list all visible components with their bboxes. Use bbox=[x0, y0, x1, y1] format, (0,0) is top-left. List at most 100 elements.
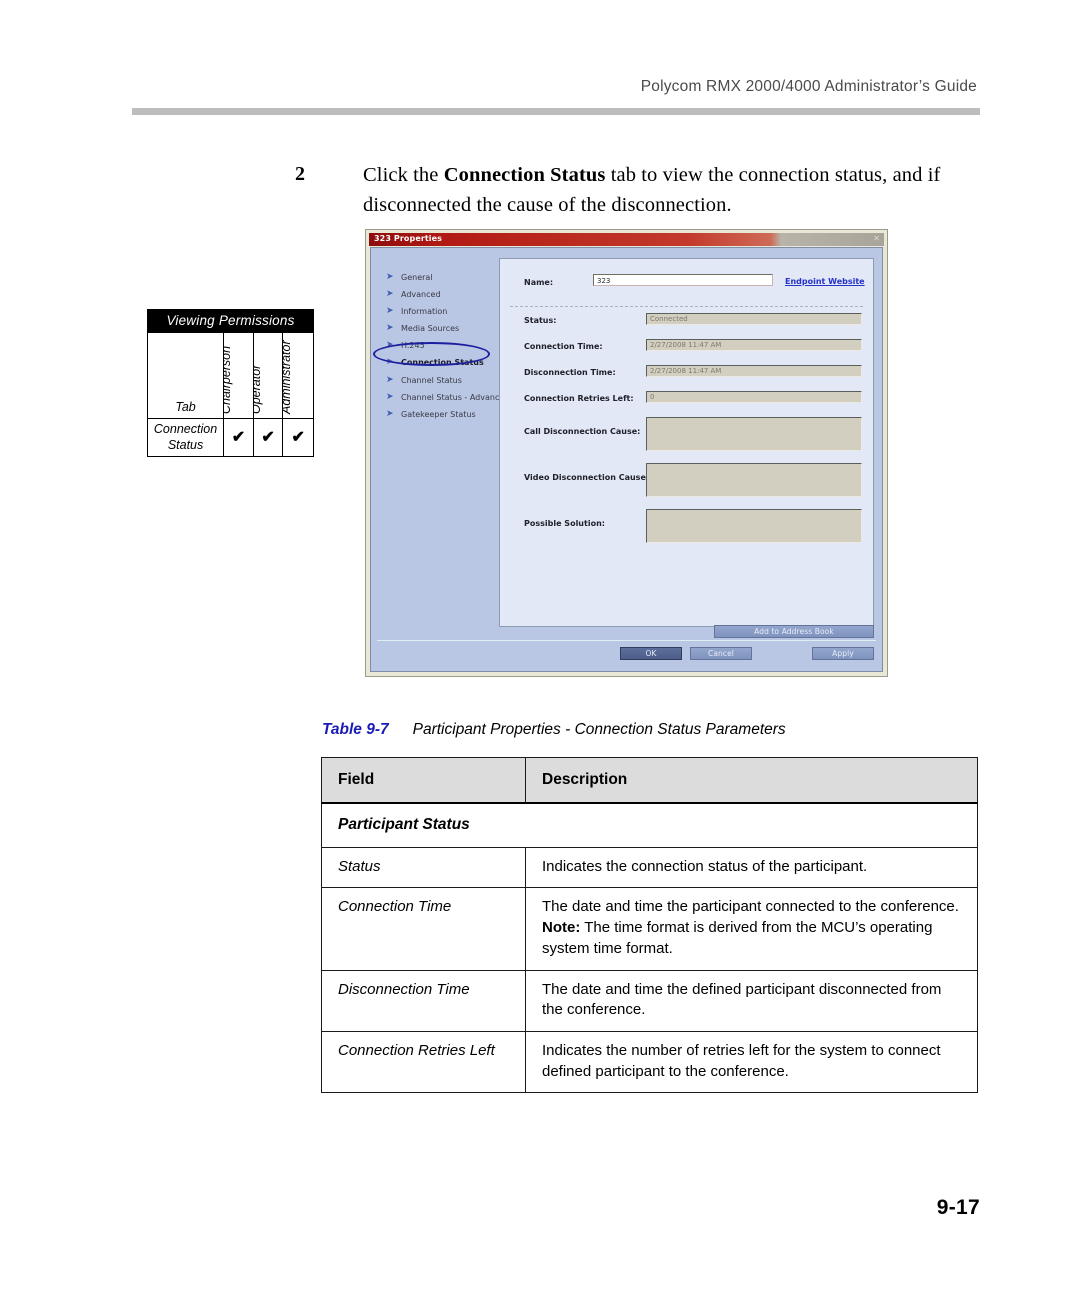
field-value-call-disconnection-cause bbox=[646, 417, 862, 451]
table-row: ✔ bbox=[224, 418, 253, 456]
field-label: Possible Solution: bbox=[524, 519, 605, 528]
viewing-permissions-table: Viewing Permissions Tab Connection Statu… bbox=[147, 309, 314, 457]
chevron-right-icon: ➤ bbox=[386, 323, 394, 334]
row-desc-status: Indicates the connection status of the p… bbox=[525, 846, 978, 889]
chevron-right-icon: ➤ bbox=[386, 357, 394, 368]
sidebar-item-h245[interactable]: ➤ H.245 bbox=[385, 340, 497, 357]
page-number: 9-17 bbox=[936, 1196, 980, 1219]
field-label: Call Disconnection Cause: bbox=[524, 427, 641, 436]
table-row: Connection Time The date and time the pa… bbox=[321, 887, 978, 971]
section-title: Participant Status bbox=[321, 802, 978, 848]
viewing-permissions-title: Viewing Permissions bbox=[148, 310, 313, 332]
name-row: Name: 323 Endpoint Website bbox=[500, 259, 873, 305]
row-field-disconnection-time: Disconnection Time bbox=[321, 969, 526, 1032]
dialog-title: 323 Properties bbox=[374, 234, 443, 243]
desc-line-2: The time format is derived from the MCU’… bbox=[542, 919, 933, 957]
permissions-header-tab: Tab bbox=[175, 400, 196, 414]
permissions-column-chairperson: Chairperson ✔ bbox=[224, 333, 254, 456]
parameters-table: Field Description Participant Status Sta… bbox=[321, 757, 978, 1094]
row-desc-connection-time: The date and time the participant connec… bbox=[525, 887, 978, 971]
properties-dialog-screenshot: 323 Properties ✕ ➤ General ➤ Advanced ➤ Inf… bbox=[365, 229, 888, 677]
chevron-right-icon: ➤ bbox=[386, 391, 394, 402]
sidebar-item-advanced[interactable]: ➤ Advanced bbox=[385, 289, 497, 306]
step-text: Click the Connection Status tab to view … bbox=[363, 160, 985, 221]
dialog-body: ➤ General ➤ Advanced ➤ Information ➤ Media S… bbox=[370, 247, 883, 672]
field-value-connection-time: 2/27/2008 11:47 AM bbox=[646, 339, 862, 351]
chevron-right-icon: ➤ bbox=[386, 306, 394, 317]
viewing-permissions-grid: Tab Connection Status Chairperson ✔ Oper… bbox=[148, 332, 313, 456]
field-label: Connection Time: bbox=[524, 342, 603, 351]
sidebar-item-general[interactable]: ➤ General bbox=[385, 272, 497, 289]
row-field-connection-time: Connection Time bbox=[321, 887, 526, 971]
table-caption: Table 9-7 Participant Properties - Connec… bbox=[322, 721, 786, 739]
permissions-column-operator: Operator ✔ bbox=[253, 333, 284, 456]
check-icon: ✔ bbox=[231, 428, 246, 446]
row-desc-connection-retries-left: Indicates the number of retries left for… bbox=[525, 1030, 978, 1094]
chevron-right-icon: ➤ bbox=[386, 374, 394, 385]
check-icon: ✔ bbox=[261, 428, 275, 446]
note-label: Note: bbox=[542, 919, 581, 937]
row-field-connection-retries-left: Connection Retries Left bbox=[321, 1030, 526, 1094]
content-divider bbox=[510, 306, 863, 307]
field-label: Video Disconnection Cause: bbox=[524, 473, 650, 482]
check-icon: ✔ bbox=[291, 428, 305, 446]
dialog-sidebar: ➤ General ➤ Advanced ➤ Information ➤ Media S… bbox=[371, 248, 509, 671]
table-section-row: Participant Status bbox=[321, 802, 978, 848]
table-header-row: Field Description bbox=[321, 757, 978, 805]
running-header: Polycom RMX 2000/4000 Administrator’s Gu… bbox=[640, 78, 977, 95]
dialog-titlebar: 323 Properties ✕ bbox=[369, 233, 884, 246]
apply-button[interactable]: Apply bbox=[812, 647, 874, 660]
ok-button[interactable]: OK bbox=[620, 647, 682, 660]
permissions-column-administrator: Administrator ✔ bbox=[283, 333, 313, 456]
dialog-footer-divider bbox=[377, 640, 876, 641]
dialog-content-panel: Name: 323 Endpoint Website Status: Conne… bbox=[499, 258, 874, 627]
step-bold-term: Connection Status bbox=[443, 164, 606, 186]
table-row: Connection Status bbox=[148, 418, 224, 456]
field-label: Connection Retries Left: bbox=[524, 394, 634, 403]
chevron-right-icon: ➤ bbox=[386, 289, 394, 300]
column-header-description: Description bbox=[525, 757, 978, 805]
table-row: ✔ bbox=[283, 418, 313, 456]
cancel-button[interactable]: Cancel bbox=[690, 647, 752, 660]
close-icon[interactable]: ✕ bbox=[873, 234, 880, 244]
desc-line-1: The date and time the participant connec… bbox=[542, 898, 959, 916]
field-value-video-disconnection-cause bbox=[646, 463, 862, 497]
table-row: Connection Retries Left Indicates the nu… bbox=[321, 1030, 978, 1094]
sidebar-item-media-sources[interactable]: ➤ Media Sources bbox=[385, 323, 497, 340]
step-block: 2 Click the Connection Status tab to vie… bbox=[295, 160, 985, 221]
endpoint-website-link[interactable]: Endpoint Website bbox=[785, 277, 865, 286]
permissions-column-tab: Tab Connection Status bbox=[148, 333, 225, 456]
step-number: 2 bbox=[295, 163, 305, 185]
header-rule bbox=[132, 108, 980, 115]
sidebar-item-channel-status-advanced[interactable]: ➤ Channel Status - Advanced bbox=[385, 391, 509, 409]
field-label: Status: bbox=[524, 316, 557, 325]
add-to-address-book-button[interactable]: Add to Address Book bbox=[714, 625, 874, 638]
step-text-before: Click the bbox=[363, 164, 444, 186]
field-value-possible-solution bbox=[646, 509, 862, 543]
field-value-disconnection-time: 2/27/2008 11:47 AM bbox=[646, 365, 862, 377]
permissions-header-chairperson: Chairperson bbox=[224, 345, 234, 414]
sidebar-item-information[interactable]: ➤ Information bbox=[385, 306, 497, 323]
name-input[interactable]: 323 bbox=[593, 274, 773, 286]
sidebar-item-channel-status[interactable]: ➤ Channel Status bbox=[385, 375, 497, 392]
table-caption-text: Participant Properties - Connection Stat… bbox=[412, 721, 786, 738]
field-value-status: Connected bbox=[646, 313, 862, 325]
chevron-right-icon: ➤ bbox=[386, 408, 394, 419]
field-label: Disconnection Time: bbox=[524, 368, 616, 377]
chevron-right-icon: ➤ bbox=[386, 272, 394, 282]
table-row: Disconnection Time The date and time the… bbox=[321, 969, 978, 1032]
permissions-header-administrator: Administrator bbox=[283, 340, 294, 414]
column-header-field: Field bbox=[321, 757, 526, 805]
chevron-right-icon: ➤ bbox=[386, 340, 394, 351]
table-row: Status Indicates the connection status o… bbox=[321, 846, 978, 889]
sidebar-item-connection-status[interactable]: ➤ Connection Status bbox=[385, 357, 497, 374]
field-value-connection-retries-left: 0 bbox=[646, 391, 862, 403]
row-field-status: Status bbox=[321, 846, 526, 889]
sidebar-item-gatekeeper-status[interactable]: ➤ Gatekeeper Status bbox=[385, 409, 497, 426]
table-row: ✔ bbox=[253, 418, 283, 456]
permissions-header-operator: Operator bbox=[253, 364, 264, 414]
name-label: Name: bbox=[524, 278, 554, 287]
table-number: Table 9-7 bbox=[322, 721, 389, 738]
permissions-row-label: Connection Status bbox=[153, 422, 218, 452]
row-desc-disconnection-time: The date and time the defined participan… bbox=[525, 969, 978, 1032]
